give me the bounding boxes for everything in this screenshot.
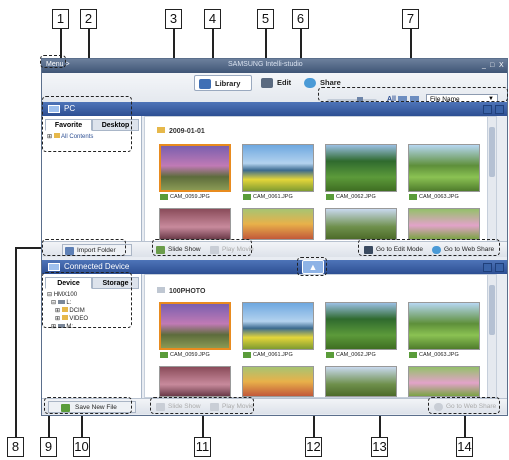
- folder-open-icon: [157, 287, 165, 293]
- highlight-pc-slide-controls: [152, 239, 252, 256]
- callout-10: 10: [73, 437, 90, 457]
- pc-thumb-5[interactable]: [159, 208, 231, 240]
- callout-3: 3: [165, 9, 182, 29]
- callout-6: 6: [292, 9, 309, 29]
- tab-edit[interactable]: Edit: [257, 75, 297, 91]
- device-scrollbar[interactable]: [487, 275, 496, 397]
- tab-library-label: Library: [215, 79, 241, 88]
- pc-thumb-2[interactable]: [242, 144, 314, 192]
- device-thumb-2[interactable]: [242, 302, 314, 350]
- highlight-pc-sidebar: [42, 96, 132, 152]
- pc-panel-minimize-icon[interactable]: [483, 105, 492, 114]
- callout-11: 11: [194, 437, 211, 457]
- pc-thumb-caption-1: CAM_0059.JPG: [159, 193, 231, 201]
- pc-thumb-7[interactable]: [325, 208, 397, 240]
- callout-line-8: [15, 248, 17, 437]
- device-panel-title: Connected Device: [64, 262, 130, 271]
- callout-9: 9: [40, 437, 57, 457]
- pc-folder-header: 2009-01-01: [157, 127, 205, 135]
- device-thumb-caption-3: CAM_0062.JPG: [325, 351, 397, 359]
- edit-icon: [261, 78, 273, 88]
- device-thumb-6[interactable]: [242, 366, 314, 397]
- pc-folder-name: 2009-01-01: [168, 128, 205, 135]
- callout-line-14: [464, 414, 466, 437]
- maximize-icon[interactable]: □: [490, 62, 494, 69]
- pc-scroll-thumb[interactable]: [489, 127, 495, 177]
- close-icon[interactable]: X: [499, 62, 504, 69]
- highlight-swap-button: [297, 257, 327, 276]
- pc-thumb-3[interactable]: [325, 144, 397, 192]
- device-thumb-caption-1: CAM_0059.JPG: [159, 351, 231, 359]
- callout-5: 5: [257, 9, 274, 29]
- highlight-pc-right-controls: [358, 239, 500, 256]
- device-thumb-caption-2: CAM_0061.JPG: [242, 351, 314, 359]
- device-folder-name: 100PHOTO: [168, 288, 206, 295]
- share-icon: [304, 78, 316, 88]
- pc-thumb-8[interactable]: [408, 208, 480, 240]
- pc-thumb-1[interactable]: [159, 144, 231, 192]
- device-thumb-8[interactable]: [408, 366, 480, 397]
- pc-thumb-caption-4: CAM_0063.JPG: [408, 193, 480, 201]
- callout-2: 2: [80, 9, 97, 29]
- pc-panel-maximize-icon[interactable]: [495, 105, 504, 114]
- minimize-icon[interactable]: _: [482, 62, 486, 69]
- highlight-device-slide-controls: [150, 397, 254, 414]
- library-icon: [199, 79, 211, 89]
- tab-share-label: Share: [320, 78, 341, 87]
- pc-thumb-6[interactable]: [242, 208, 314, 240]
- device-thumb-4[interactable]: [408, 302, 480, 350]
- callout-1: 1: [52, 9, 69, 29]
- highlight-import-button: [42, 239, 126, 256]
- pc-thumb-caption-3: CAM_0062.JPG: [325, 193, 397, 201]
- folder-open-icon: [157, 127, 165, 133]
- device-panel-maximize-icon[interactable]: [495, 263, 504, 272]
- callout-line-10: [81, 414, 83, 437]
- callout-12: 12: [305, 437, 322, 457]
- device-thumb-7[interactable]: [325, 366, 397, 397]
- device-content: 100PHOTO CAM_0059.JPG CAM_0061.JPG CAM_0…: [144, 274, 497, 398]
- device-thumb-1[interactable]: [159, 302, 231, 350]
- title-bar: Menu > SAMSUNG Intelli-studio _ □ X: [42, 59, 507, 73]
- highlight-toolbar-right: [318, 87, 508, 102]
- highlight-device-web-share: [428, 397, 500, 414]
- highlight-device-sidebar: [42, 272, 132, 328]
- pc-thumb-4[interactable]: [408, 144, 480, 192]
- callout-8: 8: [7, 437, 24, 457]
- device-thumb-3[interactable]: [325, 302, 397, 350]
- tab-edit-label: Edit: [277, 78, 292, 87]
- device-icon: [48, 263, 60, 271]
- device-folder-header: 100PHOTO: [157, 287, 205, 295]
- callout-14: 14: [456, 437, 473, 457]
- pc-content: 2009-01-01 CAM_0059.JPG CAM_0061.JPG CAM…: [144, 116, 497, 242]
- pc-thumb-caption-2: CAM_0061.JPG: [242, 193, 314, 201]
- app-title: SAMSUNG Intelli-studio: [228, 61, 303, 68]
- callout-13: 13: [371, 437, 388, 457]
- device-thumb-5[interactable]: [159, 366, 231, 397]
- pc-scrollbar[interactable]: [487, 117, 496, 241]
- callout-7: 7: [402, 9, 419, 29]
- callout-line-11: [202, 414, 204, 437]
- highlight-menu: [40, 55, 66, 68]
- device-thumb-caption-4: CAM_0063.JPG: [408, 351, 480, 359]
- highlight-save-button: [44, 397, 132, 414]
- tab-library[interactable]: Library: [194, 75, 252, 91]
- device-scroll-thumb[interactable]: [489, 285, 495, 335]
- device-panel-minimize-icon[interactable]: [483, 263, 492, 272]
- callout-4: 4: [204, 9, 221, 29]
